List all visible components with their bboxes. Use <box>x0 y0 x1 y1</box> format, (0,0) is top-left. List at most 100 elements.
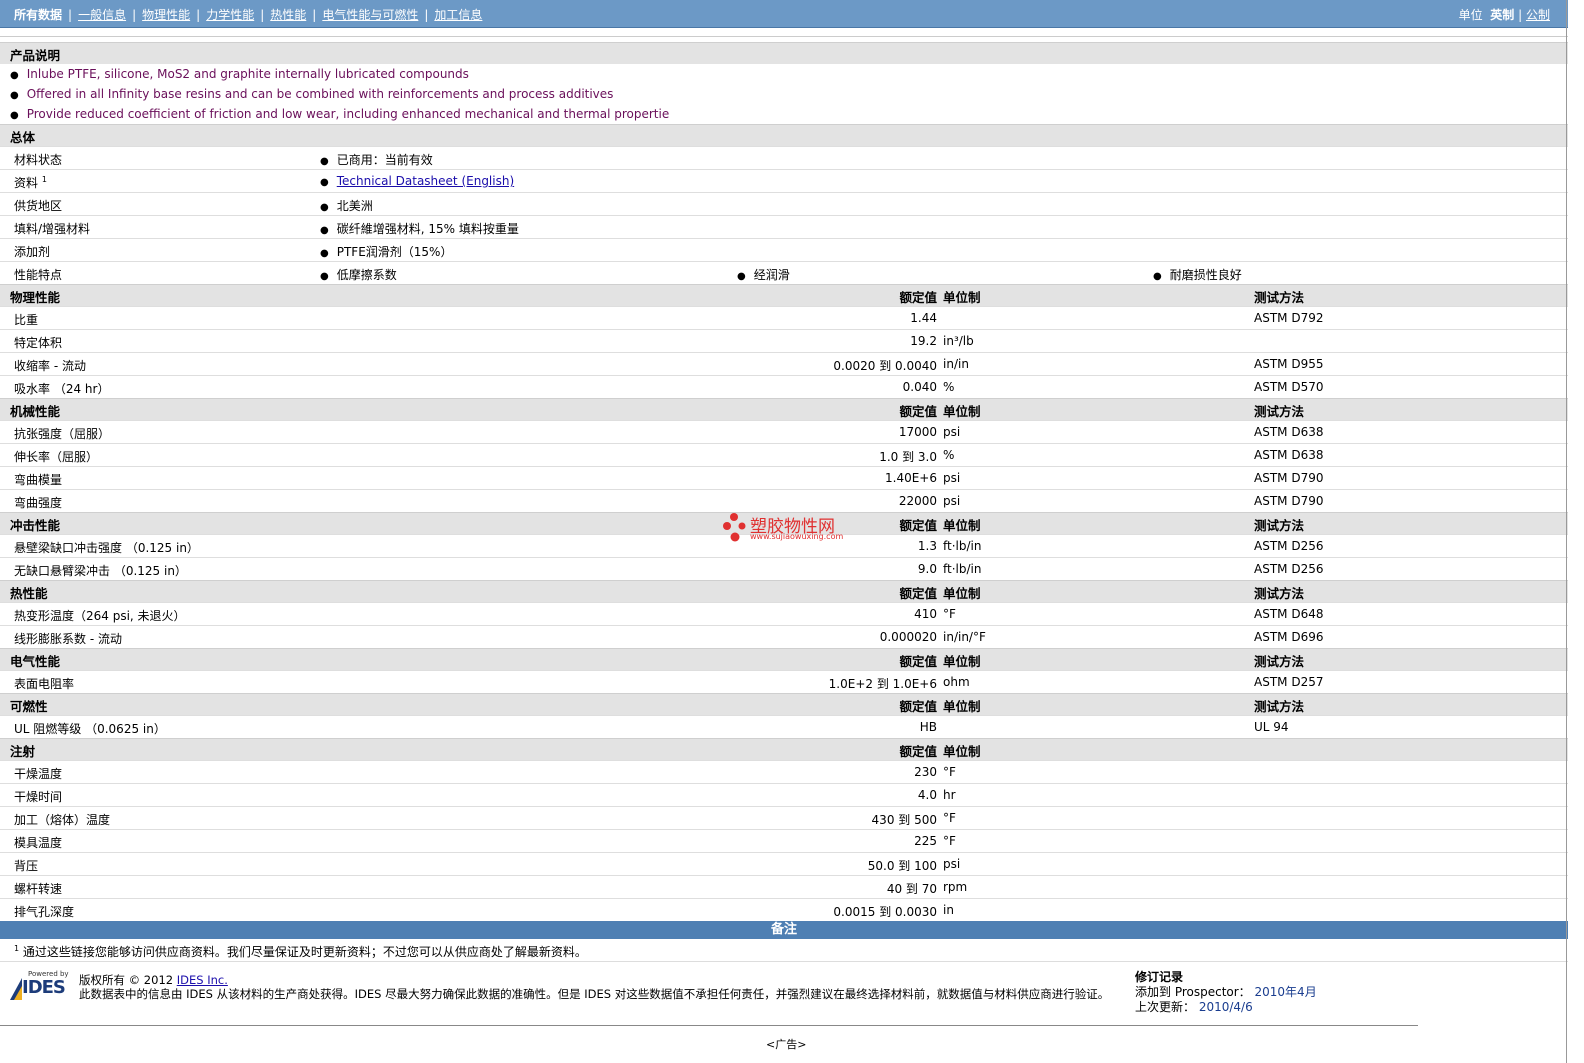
property-unit: psi <box>943 494 961 508</box>
property-value: 410 <box>914 607 937 621</box>
revision-added-label: 添加到 Prospector： <box>1135 985 1251 999</box>
property-unit: % <box>943 380 955 394</box>
property-unit: °F <box>943 834 956 848</box>
electrical-rows: 表面电阻率 1.0E+2 到 1.0E+6 ohm ASTM D257 <box>0 670 1568 693</box>
disclaimer: 此数据表中的信息由 IDES 从该材料的生产商处获得。IDES 尽最大努力确保此… <box>79 987 1110 1001</box>
section-header-general: 总体 <box>0 124 1568 146</box>
footer-divider <box>0 1025 1418 1026</box>
description-text: Offered in all Infinity base resins and … <box>26 87 614 101</box>
property-unit: °F <box>943 811 956 825</box>
watermark: 塑胶物性网 www.sujiaowuxing.com <box>722 512 852 546</box>
section-header-thermal: 热性能 额定值 单位制 测试方法 <box>0 580 1568 602</box>
revision-updated-label: 上次更新： <box>1135 1000 1196 1014</box>
flammability-rows: UL 阻燃等级 （0.0625 in） HB UL 94 <box>0 715 1568 738</box>
injection-row: 加工（熔体）温度 430 到 500 °F <box>0 806 1568 829</box>
physical-row: 特定体积 19.2 in³/lb <box>0 329 1568 352</box>
property-name: 填料/增强材料 <box>14 222 91 236</box>
section-title: 物理性能 <box>10 290 61 305</box>
revision-title: 修订记录 <box>1135 970 1184 984</box>
column-header-method: 测试方法 <box>1254 654 1305 669</box>
section-title: 热性能 <box>10 586 48 601</box>
general-row: 资料 1 ● Technical Datasheet (English) <box>0 169 1568 192</box>
copyright-text: 版权所有 © 2012 <box>79 973 174 987</box>
column-header-unit: 单位制 <box>943 586 981 601</box>
feature-item: 耐磨损性良好 <box>1169 268 1242 282</box>
flammability-row: UL 阻燃等级 （0.0625 in） HB UL 94 <box>0 715 1568 738</box>
section-nav: 所有数据 | 一般信息 | 物理性能 | 力学性能 | 热性能 | 电气性能与可燃性 | 加工信息 <box>14 8 483 22</box>
nav-general-info[interactable]: 一般信息 <box>78 8 126 22</box>
datasheet-link[interactable]: Technical Datasheet (English) <box>337 174 514 188</box>
column-header-value: 额定值 <box>899 404 937 419</box>
general-row: 供货地区 ● 北美洲 <box>0 192 1568 215</box>
ides-link[interactable]: IDES Inc. <box>177 973 228 987</box>
top-divider <box>0 36 1568 37</box>
injection-row: 干燥时间 4.0 hr <box>0 783 1568 806</box>
test-method: ASTM D790 <box>1254 494 1324 508</box>
column-header-value: 额定值 <box>899 654 937 669</box>
footnote-text: 通过这些链接您能够访问供应商资料。我们尽量保证及时更新资料；不过您可以从供应商处… <box>22 945 587 959</box>
column-header-unit: 单位制 <box>943 744 981 759</box>
section-header-mechanical: 机械性能 额定值 单位制 测试方法 <box>0 398 1568 420</box>
nav-electrical[interactable]: 电气性能与可燃性 <box>322 8 418 22</box>
ides-logo: Powered by IDES <box>8 970 70 1004</box>
section-header-electrical: 电气性能 额定值 单位制 测试方法 <box>0 648 1568 670</box>
property-value: PTFE润滑剂（15%） <box>336 245 453 259</box>
test-method: ASTM D256 <box>1254 539 1324 553</box>
section-title: 可燃性 <box>10 699 48 714</box>
column-header-method: 测试方法 <box>1254 518 1305 533</box>
description-item: ● Provide reduced coefficient of friction… <box>10 107 670 121</box>
watermark-logo-icon <box>723 513 746 542</box>
test-method: ASTM D790 <box>1254 471 1324 485</box>
datasheet: 产品说明 ● Inlube PTFE, silicone, MoS2 and gr… <box>0 42 1568 962</box>
column-header-value: 额定值 <box>899 290 937 305</box>
nav-thermal[interactable]: 热性能 <box>270 8 306 22</box>
property-value: 0.000020 <box>879 630 937 644</box>
column-header-method: 测试方法 <box>1254 699 1305 714</box>
section-header-flammability: 可燃性 额定值 单位制 测试方法 <box>0 693 1568 715</box>
units-metric-link[interactable]: 公制 <box>1526 8 1550 22</box>
property-value: 0.0020 到 0.0040 <box>833 359 937 373</box>
section-title: 冲击性能 <box>10 518 61 533</box>
nav-mechanical[interactable]: 力学性能 <box>206 8 254 22</box>
property-unit: psi <box>943 471 961 485</box>
property-unit: rpm <box>943 880 968 894</box>
section-title: 机械性能 <box>10 404 61 419</box>
nav-processing[interactable]: 加工信息 <box>434 8 482 22</box>
section-title: 总体 <box>10 130 36 145</box>
description-text: Inlube PTFE, silicone, MoS2 and graphite… <box>26 67 469 81</box>
mechanical-rows: 抗张强度（屈服） 17000 psi ASTM D638 伸长率（屈服） 1.0 到 3.… <box>0 420 1568 512</box>
test-method: ASTM D955 <box>1254 357 1324 371</box>
property-name: 线形膨胀系数 - 流动 <box>14 632 122 646</box>
footnote: 1 通过这些链接您能够访问供应商资料。我们尽量保证及时更新资料；不过您可以从供应… <box>0 939 1568 962</box>
property-name: 热变形温度（264 psi, 未退火） <box>14 609 186 623</box>
property-value: 1.0 到 3.0 <box>879 450 937 464</box>
general-row: 添加剂 ● PTFE润滑剂（15%） <box>0 238 1568 261</box>
notes-header: 备注 <box>0 921 1568 939</box>
nav-all-data[interactable]: 所有数据 <box>14 8 62 22</box>
property-value: 9.0 <box>917 562 937 576</box>
column-header-unit: 单位制 <box>943 699 981 714</box>
injection-rows: 干燥温度 230 °F 干燥时间 4.0 hr 加工（熔体）温度 430 到 500 °F 模具温… <box>0 760 1568 921</box>
property-name: 干燥时间 <box>14 790 63 804</box>
property-name: 干燥温度 <box>14 767 63 781</box>
property-value: 19.2 <box>910 334 937 348</box>
property-name: 抗张强度（屈服） <box>14 427 111 441</box>
test-method: ASTM D257 <box>1254 675 1324 689</box>
nav-physical[interactable]: 物理性能 <box>142 8 190 22</box>
units-current: 英制 <box>1490 8 1515 22</box>
property-value: HB <box>919 720 937 734</box>
property-value: 北美洲 <box>336 199 373 213</box>
mechanical-row: 伸长率（屈服） 1.0 到 3.0% ASTM D638 <box>0 443 1568 466</box>
description-item: ● Offered in all Infinity base resins and… <box>10 87 614 101</box>
top-navigation-bar: 所有数据 | 一般信息 | 物理性能 | 力学性能 | 热性能 | 电气性能与可燃性 | 加工信息 单位… <box>0 0 1568 28</box>
property-name: 无缺口悬臂梁冲击 （0.125 in） <box>14 564 187 578</box>
property-value: 已商用：当前有效 <box>336 153 433 167</box>
injection-row: 干燥温度 230 °F <box>0 760 1568 783</box>
property-name: 弯曲模量 <box>14 473 63 487</box>
general-row: 填料/增强材料 ● 碳纤維增强材料, 15% 填料按重量 <box>0 215 1568 238</box>
column-header-method: 测试方法 <box>1254 404 1305 419</box>
column-header-method: 测试方法 <box>1254 290 1305 305</box>
property-unit: psi <box>943 857 961 871</box>
property-unit: in³/lb <box>943 334 974 348</box>
column-header-unit: 单位制 <box>943 290 981 305</box>
